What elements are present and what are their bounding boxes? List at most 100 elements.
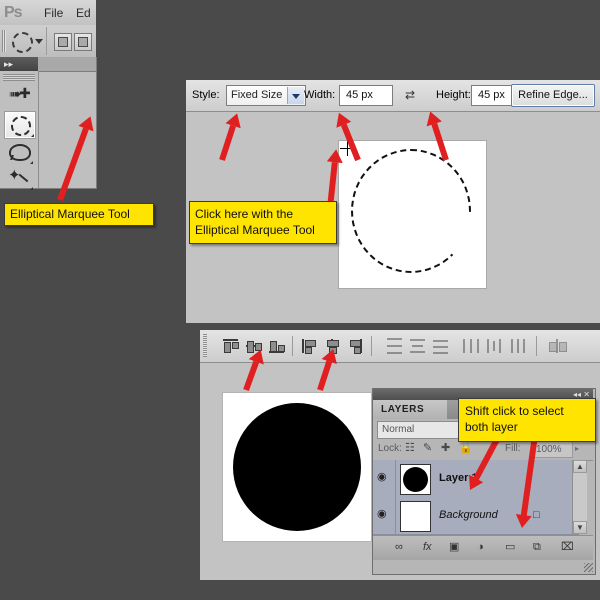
align-divider-3	[536, 336, 537, 356]
document-canvas-bottom[interactable]	[222, 392, 372, 542]
eye-icon[interactable]: ◉	[377, 472, 387, 483]
layer-row[interactable]: ◉ Background □	[373, 497, 579, 535]
lock-label: Lock:	[378, 443, 402, 454]
palette-resize-grip[interactable]	[584, 563, 593, 572]
tool-options-bar-left	[0, 25, 96, 58]
tab-layers[interactable]: LAYERS	[373, 400, 448, 419]
fill-value: 100%	[536, 444, 562, 455]
eye-icon[interactable]: ◉	[377, 509, 387, 520]
layers-scrollbar[interactable]: ▲ ▼	[572, 460, 587, 534]
distribute-bottom-edges-button[interactable]	[431, 337, 450, 355]
tools-palette-titlebar: ▸▸	[0, 57, 38, 71]
note-tool-text: Elliptical Marquee Tool	[10, 207, 130, 221]
tool-flyout-corner-icon	[30, 187, 33, 190]
align-top-edges-button[interactable]	[221, 337, 240, 355]
tool-lasso[interactable]	[4, 139, 34, 165]
new-selection-button[interactable]	[54, 33, 72, 51]
fill-label: Fill:	[505, 443, 521, 454]
menu-bar: Ps File Ed	[0, 0, 96, 26]
align-right-edges-button[interactable]	[346, 337, 365, 355]
ellipse-marquee-icon	[11, 116, 31, 136]
elliptical-marquee-icon[interactable]	[12, 32, 33, 53]
lock-image-pixels-icon[interactable]: ✎	[423, 443, 432, 454]
add-to-selection-button[interactable]	[74, 33, 92, 51]
new-adjustment-layer-icon[interactable]: ◑	[477, 541, 484, 553]
layer-locked-icon: □	[533, 509, 540, 521]
link-layers-icon[interactable]: ∞	[395, 541, 403, 553]
swap-dimensions-icon[interactable]: ⇄	[405, 90, 415, 101]
style-select-button[interactable]	[287, 87, 304, 104]
width-label: Width:	[304, 89, 335, 101]
align-divider-2	[371, 336, 372, 356]
align-bar-grip[interactable]	[203, 334, 207, 357]
scroll-up-icon[interactable]: ▲	[573, 460, 587, 473]
new-group-icon[interactable]: ▭	[505, 541, 515, 553]
tools-column: ➠ ✚ ✦	[0, 71, 39, 188]
menu-item-edit[interactable]: Ed	[76, 6, 91, 20]
width-input[interactable]: 45 px	[339, 85, 393, 106]
blend-mode-select[interactable]: Normal	[377, 421, 463, 439]
photoshop-logo: Ps	[4, 4, 22, 22]
options-divider	[46, 27, 47, 55]
layers-palette-footer: ∞ fx ▣ ◑ ▭ ⧉ ⌧	[373, 535, 593, 560]
distribute-right-edges-button[interactable]	[508, 337, 527, 355]
black-filled-circle	[233, 403, 361, 531]
lock-all-icon[interactable]: 🔒	[459, 443, 473, 454]
new-layer-icon[interactable]: ⧉	[533, 541, 541, 553]
lock-transparent-pixels-icon[interactable]: ☷	[405, 443, 415, 454]
distribute-vertical-centers-button[interactable]	[408, 337, 427, 355]
document-canvas-top[interactable]	[338, 140, 487, 289]
chevron-down-icon	[292, 94, 300, 99]
layer-thumbnail[interactable]	[400, 464, 431, 495]
fill-chevron-icon[interactable]: ▸	[575, 444, 579, 453]
tab-layers-label: LAYERS	[381, 404, 424, 415]
note-shift-click: Shift click to selectboth layer	[458, 398, 596, 442]
fill-input[interactable]: 100%	[531, 441, 573, 458]
scroll-down-icon[interactable]: ▼	[573, 521, 587, 534]
tool-move[interactable]: ➠ ✚	[4, 83, 34, 109]
thumbnail-black-circle	[403, 467, 428, 492]
tool-flyout-corner-icon	[30, 161, 33, 164]
note-click-text: Click here with theElliptical Marquee To…	[195, 206, 315, 238]
tools-palette-titlebar-filler	[38, 57, 96, 72]
refine-edge-button[interactable]: Refine Edge...	[511, 84, 595, 107]
tool-elliptical-marquee[interactable]	[4, 111, 36, 139]
delete-layer-icon[interactable]: ⌧	[561, 541, 574, 553]
height-value: 45 px	[478, 89, 505, 101]
note-elliptical-marquee-tool: Elliptical Marquee Tool	[4, 203, 154, 226]
layer-thumbnail[interactable]	[400, 501, 431, 532]
note-click-here: Click here with theElliptical Marquee To…	[189, 201, 337, 244]
auto-align-layers-button[interactable]	[548, 337, 567, 355]
tool-magic-wand[interactable]: ✦	[4, 165, 34, 191]
align-divider	[292, 336, 293, 356]
blend-mode-value: Normal	[382, 424, 414, 435]
tool-flyout-corner-icon	[31, 134, 34, 137]
distribute-left-edges-button[interactable]	[462, 337, 481, 355]
refine-edge-label: Refine Edge...	[512, 89, 594, 101]
layer-style-fx-icon[interactable]: fx	[423, 541, 432, 553]
distribute-top-edges-button[interactable]	[385, 337, 404, 355]
photoshop-chrome: Ps File Ed ▸▸ ➠ ✚	[0, 0, 96, 188]
align-bottom-edges-button[interactable]	[267, 337, 286, 355]
style-label: Style:	[192, 89, 220, 101]
height-label: Height:	[436, 89, 471, 101]
collapse-panel-icon[interactable]: ▸▸	[4, 60, 13, 68]
lock-position-icon[interactable]: ✚	[441, 443, 450, 454]
menu-item-file[interactable]: File	[44, 6, 63, 20]
move-cross-icon: ✚	[19, 86, 31, 100]
add-layer-mask-icon[interactable]: ▣	[449, 541, 459, 553]
options-bar-grip[interactable]	[2, 30, 6, 52]
style-select-value: Fixed Size	[231, 89, 282, 101]
tool-preset-chevron-down-icon[interactable]	[35, 39, 43, 44]
distribute-horizontal-centers-button[interactable]	[485, 337, 504, 355]
style-select[interactable]: Fixed Size	[226, 85, 306, 106]
layer-visibility-cell[interactable]: ◉	[373, 460, 396, 497]
crosshair-cursor-icon	[343, 145, 344, 146]
note-shift-text: Shift click to selectboth layer	[465, 403, 564, 435]
tool-options-bar: Style: Fixed Size Width: 45 px ⇄ Height:…	[186, 80, 600, 112]
layer-visibility-cell[interactable]: ◉	[373, 497, 396, 534]
align-left-edges-button[interactable]	[300, 337, 319, 355]
layer-name[interactable]: Background	[439, 509, 498, 521]
width-value: 45 px	[346, 89, 373, 101]
tools-drag-handle[interactable]	[3, 74, 35, 81]
